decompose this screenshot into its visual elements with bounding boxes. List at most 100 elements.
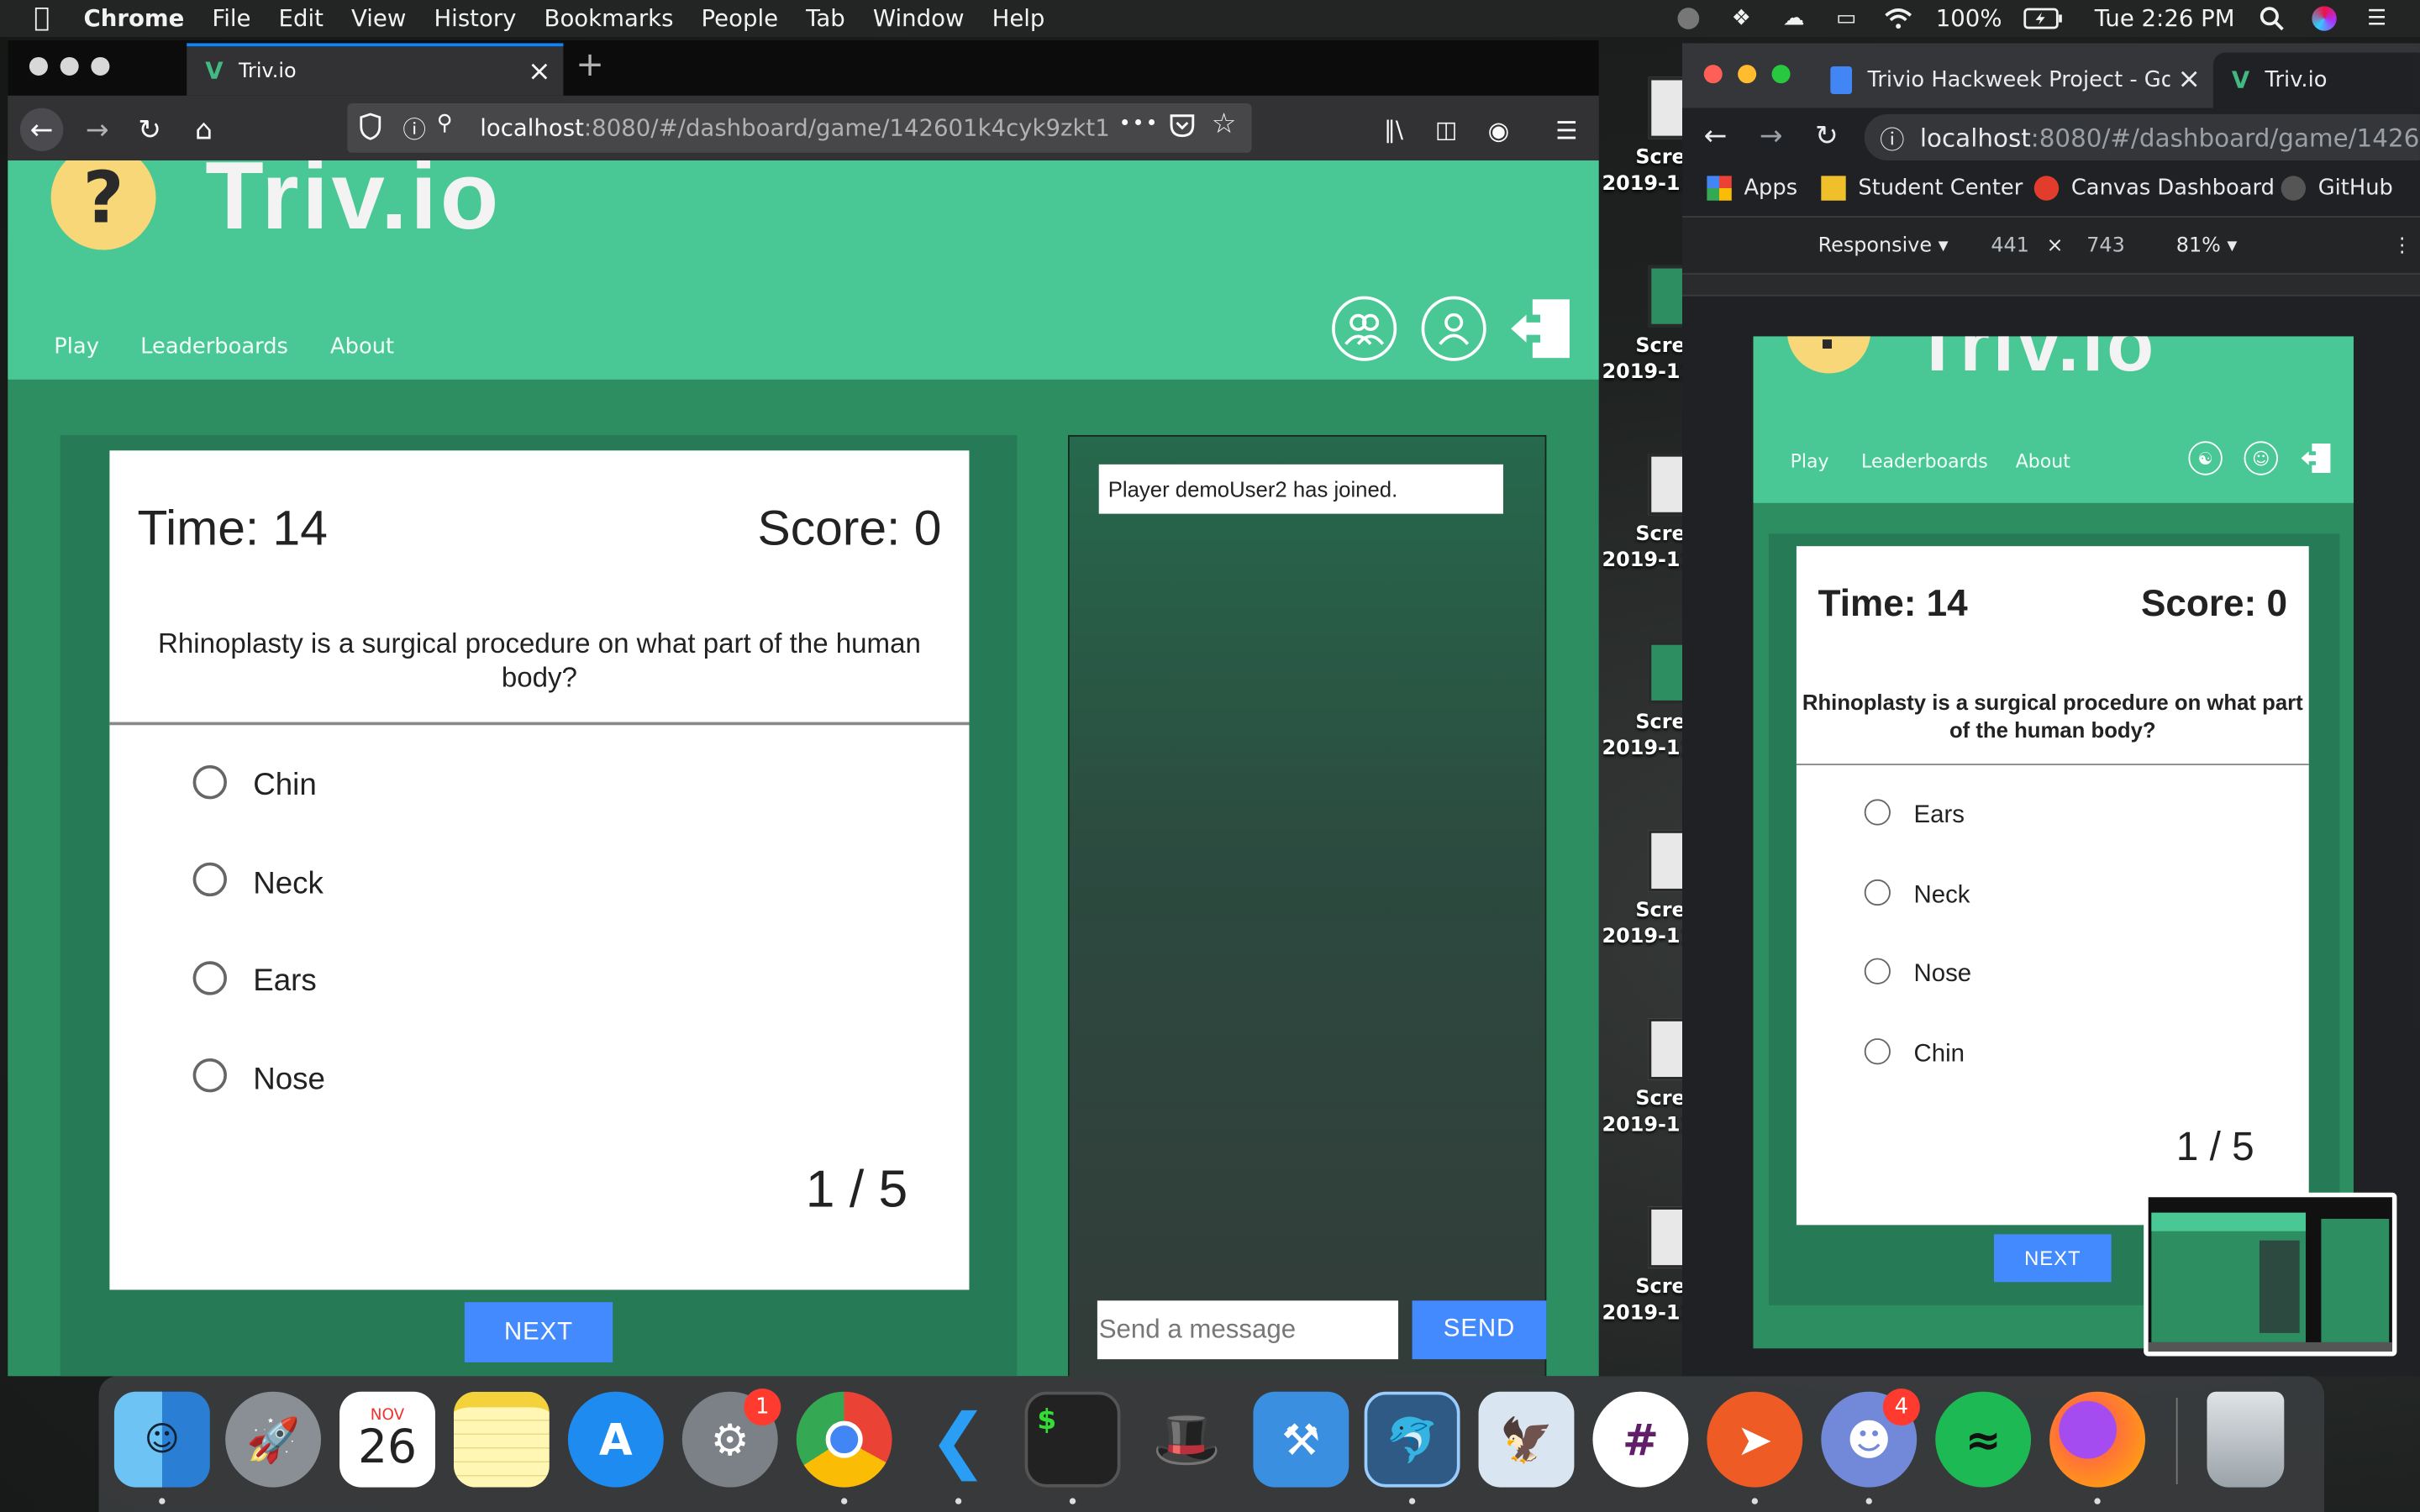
bookmark-apps[interactable]: Apps: [1707, 176, 1797, 201]
screenshot-preview-thumbnail[interactable]: [2144, 1192, 2397, 1357]
key-icon[interactable]: ⚲: [437, 111, 453, 135]
menu-edit[interactable]: Edit: [279, 5, 324, 33]
notification-center-icon[interactable]: ☰: [2361, 6, 2392, 30]
option-label-nose[interactable]: Nose: [253, 1063, 325, 1098]
desktop-file[interactable]: Scre 2019-11: [1602, 830, 1686, 1000]
back-arrow-icon[interactable]: ←: [19, 108, 64, 151]
spotlight-icon[interactable]: [2256, 6, 2287, 31]
nav-leaderboards[interactable]: Leaderboards: [1861, 450, 1988, 472]
pocket-icon[interactable]: [1168, 111, 1196, 144]
sidebar-icon[interactable]: ◫: [1424, 108, 1467, 151]
close-tab-icon[interactable]: ×: [2177, 63, 2201, 96]
option-radio-nose[interactable]: [1864, 958, 1891, 984]
option-label-neck[interactable]: Neck: [1914, 883, 1970, 911]
slack-icon[interactable]: #: [1592, 1391, 1689, 1488]
reload-icon[interactable]: ↻: [128, 108, 171, 151]
siri-icon[interactable]: [2309, 6, 2340, 31]
option-label-nose[interactable]: Nose: [1914, 961, 1972, 989]
close-window-button[interactable]: [29, 56, 48, 76]
question-mark-logo-icon[interactable]: ?: [1786, 336, 1871, 374]
airplay-icon[interactable]: ▭: [1831, 6, 1862, 30]
brand-title[interactable]: Triv.io: [1914, 336, 2157, 388]
reload-icon[interactable]: ↻: [1815, 120, 1839, 153]
menu-app-name[interactable]: Chrome: [84, 5, 185, 33]
logout-icon[interactable]: [1507, 297, 1576, 361]
option-radio-ears[interactable]: [192, 961, 227, 995]
notes-icon[interactable]: [453, 1391, 550, 1488]
option-radio-chin[interactable]: [1864, 1038, 1891, 1065]
bookmark-canvas-dashboard[interactable]: Canvas Dashboard: [2033, 176, 2275, 201]
zoom-window-button[interactable]: [91, 56, 110, 76]
mysql-workbench-icon[interactable]: 🐬: [1364, 1391, 1460, 1488]
menu-history[interactable]: History: [434, 5, 516, 33]
option-radio-chin[interactable]: [192, 765, 227, 800]
question-mark-logo-icon[interactable]: ?: [50, 160, 156, 250]
option-label-ears[interactable]: Ears: [253, 964, 317, 1000]
chrome-icon[interactable]: [796, 1391, 892, 1488]
vscode-icon[interactable]: ❮: [911, 1392, 1007, 1488]
nav-play[interactable]: Play: [54, 335, 99, 360]
option-label-chin[interactable]: Chin: [253, 769, 317, 804]
wifi-icon[interactable]: [1883, 6, 1914, 30]
calendar-icon[interactable]: NOV 26: [339, 1391, 435, 1488]
tab-trivio[interactable]: V Triv.io: [2212, 52, 2420, 108]
zoom-window-button[interactable]: [1771, 65, 1791, 84]
menu-tab[interactable]: Tab: [806, 5, 845, 33]
tab-trivio[interactable]: V Triv.io ×: [187, 43, 564, 96]
menu-help[interactable]: Help: [992, 5, 1045, 33]
menu-people[interactable]: People: [702, 5, 779, 33]
brand-title[interactable]: Triv.io: [205, 160, 502, 251]
next-button[interactable]: NEXT: [1994, 1234, 2112, 1283]
nav-play[interactable]: Play: [1791, 450, 1829, 472]
minimize-window-button[interactable]: [60, 56, 79, 76]
shield-icon[interactable]: [360, 113, 381, 146]
desktop-file[interactable]: Scre 2019-11: [1602, 265, 1686, 435]
cloud-icon[interactable]: ☁: [1778, 6, 1809, 30]
clock[interactable]: Tue 2:26 PM: [2095, 5, 2235, 33]
nav-about[interactable]: About: [330, 335, 394, 360]
record-icon[interactable]: [1673, 6, 1704, 30]
user-profile-icon[interactable]: ☺: [2244, 441, 2278, 475]
more-options-icon[interactable]: ⋮: [2392, 234, 2412, 258]
logout-icon[interactable]: [2300, 441, 2333, 475]
viewport-width-field[interactable]: 441: [1991, 234, 2029, 258]
viewport-height-field[interactable]: 743: [2086, 234, 2125, 258]
zoom-select[interactable]: 81% ▾: [2176, 234, 2238, 258]
device-mode-select[interactable]: Responsive ▾: [1818, 234, 1949, 258]
friends-icon[interactable]: [1332, 296, 1397, 361]
bookmark-student-center[interactable]: Student Center: [1821, 176, 2023, 201]
option-radio-ears[interactable]: [1864, 799, 1891, 826]
hamburger-menu-icon[interactable]: ☰: [1545, 108, 1588, 151]
url-bar[interactable]: ⓘ ⚲ localhost:8080/#/dashboard/game/1426…: [347, 103, 1252, 153]
library-icon[interactable]: ‖\: [1372, 108, 1415, 151]
forward-arrow-icon[interactable]: →: [76, 108, 118, 151]
terminal-icon[interactable]: $: [1024, 1391, 1121, 1488]
battery-icon[interactable]: [2023, 6, 2064, 30]
desktop-file[interactable]: Scre 2019-11: [1602, 1018, 1686, 1188]
menu-bookmarks[interactable]: Bookmarks: [544, 5, 674, 33]
new-tab-icon[interactable]: +: [576, 46, 604, 85]
desktop-file[interactable]: Scre 2019-11: [1602, 1206, 1686, 1376]
app-store-icon[interactable]: A: [567, 1391, 664, 1488]
xcode-icon[interactable]: ⚒: [1253, 1391, 1349, 1488]
option-radio-neck[interactable]: [192, 862, 227, 897]
bookmark-github[interactable]: GitHub: [2281, 176, 2393, 201]
tab-google-doc[interactable]: Trivio Hackweek Project - Goo ×: [1821, 52, 2204, 108]
friends-icon[interactable]: ☯: [2188, 441, 2223, 475]
account-icon[interactable]: ◉: [1477, 108, 1520, 151]
desktop-file[interactable]: Scre 2019-11: [1602, 76, 1686, 247]
trash-icon[interactable]: [2207, 1391, 2285, 1488]
finder-icon[interactable]: ☺: [113, 1391, 210, 1488]
info-icon[interactable]: ⓘ: [1880, 118, 1904, 155]
apple-icon[interactable]: : [34, 3, 50, 34]
close-tab-icon[interactable]: ×: [528, 55, 551, 88]
menu-window[interactable]: Window: [873, 5, 965, 33]
bookmark-star-icon[interactable]: ☆: [1212, 108, 1237, 141]
back-arrow-icon[interactable]: ←: [1704, 120, 1728, 153]
forward-arrow-icon[interactable]: →: [1760, 120, 1783, 153]
home-icon[interactable]: ⌂: [182, 108, 225, 151]
desktop-file[interactable]: Scre2019-11.: [1602, 453, 1686, 623]
option-label-neck[interactable]: Neck: [253, 867, 324, 902]
minimize-window-button[interactable]: [1738, 65, 1757, 84]
firefox-icon[interactable]: [2049, 1391, 2146, 1488]
